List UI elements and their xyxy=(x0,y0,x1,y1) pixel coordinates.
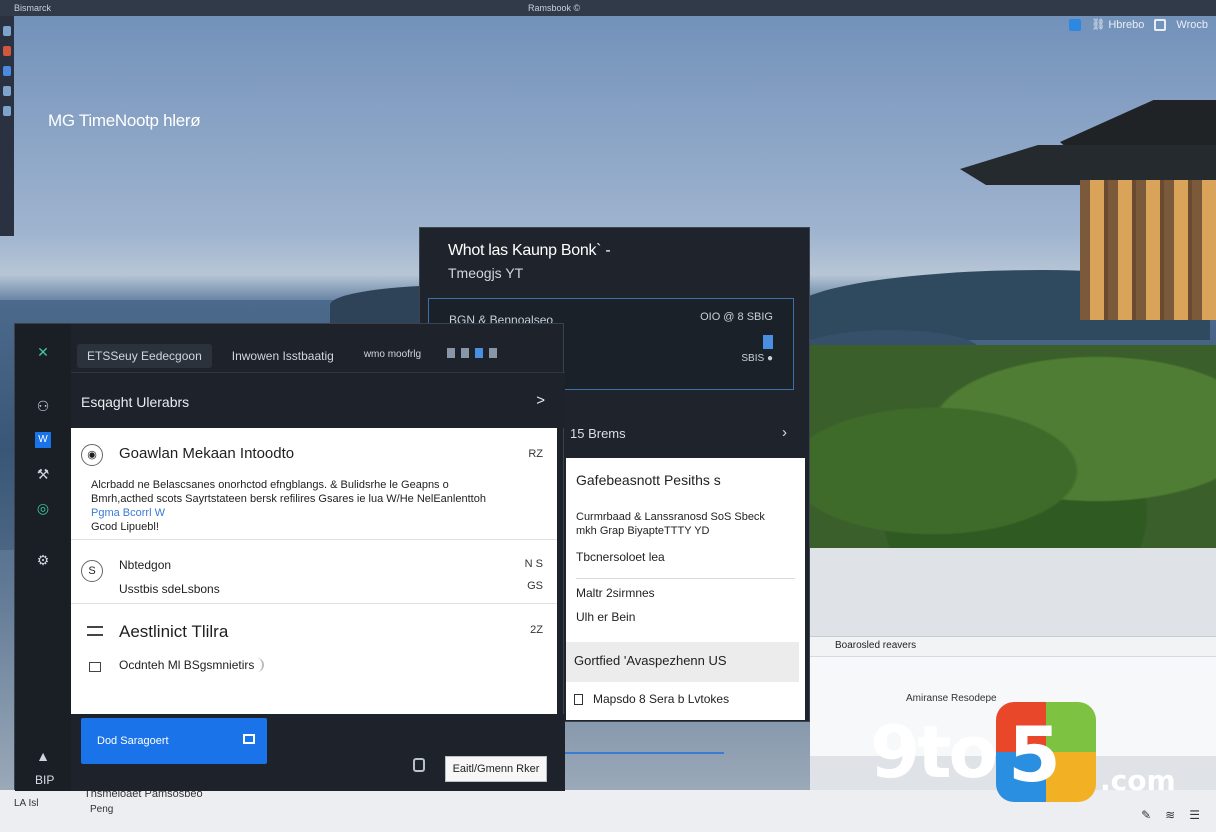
item-subtitle: Usstbis sdeLsbons xyxy=(119,582,220,596)
window-subtitle: Tmeogjs YT xyxy=(448,265,524,281)
window-footer: Dod Saragoert Eaitl/Gmenn Rker xyxy=(71,714,565,791)
progress-underline xyxy=(564,752,724,754)
watermark-logo: 9to 5 .com xyxy=(870,702,1190,802)
navigation-rail: ✕ ⚇ W ⚒ ◎ ⚙ ▲ xyxy=(15,324,71,791)
word-icon[interactable]: W xyxy=(35,432,51,448)
panel-description: Curmrbaad & Lanssranosd SoS Sbeck mkh Gr… xyxy=(576,511,765,537)
watermark-five: 5 xyxy=(1008,710,1061,799)
secondary-button[interactable]: Eaitl/Gmenn Rker xyxy=(445,756,547,782)
grid-icon[interactable] xyxy=(447,348,455,358)
tab-item[interactable]: Inwowen Isstbaatig xyxy=(222,344,344,368)
sync-icon[interactable]: ◎ xyxy=(35,500,51,516)
menu-item[interactable]: Mapsdo 8 Sera b Lvtokes xyxy=(574,692,729,706)
top-menu-bar: Bismarck Ramsbook © xyxy=(0,0,1216,16)
tab-item[interactable]: ETSSeuy Eedecgoon xyxy=(77,344,212,368)
section-title: Esqaght Ulerabrs xyxy=(81,394,190,410)
dock-app-icon[interactable] xyxy=(3,86,11,96)
item-title: Nbtedgon xyxy=(119,558,172,572)
pagoda-body xyxy=(1080,180,1216,320)
menu-item-label: Mapsdo 8 Sera b Lvtokes xyxy=(593,692,730,706)
status-chip-icon xyxy=(763,335,773,349)
divider xyxy=(576,578,795,579)
record-icon: ◉ xyxy=(81,444,103,466)
status-subtext: Peng xyxy=(90,804,114,815)
window-title: Whot las Kaunp Bonk` - xyxy=(448,242,611,259)
window-icon[interactable] xyxy=(1154,18,1167,31)
dock-app-icon[interactable] xyxy=(3,26,11,36)
list-item[interactable]: Aestlinict Tlilra 2Z Ocdnteh Ml BSgsmnie… xyxy=(71,604,557,714)
list-icon xyxy=(87,626,103,636)
tab-item[interactable]: wmo moofrlg xyxy=(354,344,431,368)
dock-app-icon[interactable] xyxy=(3,46,11,56)
brush-icon[interactable]: ✎ xyxy=(1141,808,1151,822)
item-meta: 2Z xyxy=(530,624,543,636)
watermark-suffix: .com xyxy=(1100,764,1176,797)
dock-app-icon[interactable] xyxy=(3,106,11,116)
tools-icon[interactable]: ⚒ xyxy=(35,466,51,482)
pin-icon[interactable] xyxy=(489,348,497,358)
item-meta: GS xyxy=(527,580,543,592)
bottom-tray: ✎ ≋ ☰ xyxy=(1141,808,1200,822)
menu-item[interactable]: Maltr 2sirmnes xyxy=(576,586,655,600)
menu-item-label: Gortfied 'Avaspezhenn US xyxy=(574,653,727,668)
toolbar: Boarosled reavers xyxy=(810,636,1216,656)
user-icon[interactable]: ⚇ xyxy=(35,398,51,414)
item-field[interactable]: Ocdnteh Ml BSgsmnietirs xyxy=(119,658,265,672)
watermark-text: 9to xyxy=(870,710,998,794)
wifi-icon[interactable]: ≋ xyxy=(1165,808,1175,822)
system-tray: ⛓ Hbrebo Wrocb xyxy=(1069,18,1208,31)
card-value: OIO @ 8 SBIG xyxy=(700,311,773,323)
app-logo-icon: ✕ xyxy=(37,344,49,360)
settings-icon[interactable]: ⚙ xyxy=(35,552,51,568)
card-value: SBIS ● xyxy=(741,353,773,364)
taskbar-item[interactable]: LA Isl xyxy=(14,798,38,809)
tab-bar: ETSSeuy Eedecgoon Inwowen Isstbaatig wmo… xyxy=(77,344,431,368)
main-window[interactable]: ✕ ⚇ W ⚒ ◎ ⚙ ▲ BIP ETSSeuy Eedecgoon Inwo… xyxy=(14,323,565,791)
window-title-label: Ramsbook © xyxy=(528,3,581,13)
lock-icon[interactable] xyxy=(413,758,425,772)
item-list: ◉ Goawlan Mekaan Intoodto RZ Alcrbadd ne… xyxy=(71,428,557,714)
menu-icon[interactable]: ☰ xyxy=(1189,808,1200,822)
menu-item[interactable]: Ulh er Bein xyxy=(576,610,635,624)
mountain-icon[interactable]: ▲ xyxy=(35,748,51,764)
rail-label: BIP xyxy=(35,773,55,787)
chevron-right-icon[interactable]: > xyxy=(536,392,545,409)
item-title: Aestlinict Tlilra xyxy=(119,622,229,641)
app-status-icon[interactable] xyxy=(1069,18,1082,31)
printer-icon xyxy=(89,662,101,672)
menu-item-highlighted[interactable]: Gortfied 'Avaspezhenn US xyxy=(566,642,799,682)
dock-app-icon[interactable] xyxy=(3,66,11,76)
toolbar-label: Boarosled reavers xyxy=(835,640,917,651)
share-icon[interactable] xyxy=(475,348,483,358)
primary-button[interactable]: Dod Saragoert xyxy=(81,718,267,764)
tray-item[interactable]: Wrocb xyxy=(1176,19,1208,31)
calendar-icon xyxy=(243,734,255,744)
wallpaper-title: MG TimeNootp hlerø xyxy=(48,111,201,130)
list-item[interactable]: ◉ Goawlan Mekaan Intoodto RZ Alcrbadd ne… xyxy=(71,428,557,540)
section-header[interactable]: Esqaght Ulerabrs > xyxy=(71,372,565,428)
app-menu-label[interactable]: Bismarck xyxy=(14,3,51,13)
window-controls xyxy=(447,348,497,358)
tray-item[interactable]: ⛓ Hbrebo xyxy=(1091,18,1144,31)
list-icon[interactable] xyxy=(461,348,469,358)
badge-icon: S xyxy=(81,560,103,582)
detail-panel: Gafebeasnott Pesiths s Curmrbaad & Lanss… xyxy=(566,458,805,720)
item-meta: RZ xyxy=(528,448,543,460)
panel-heading: Gafebeasnott Pesiths s xyxy=(576,472,721,488)
wallpaper-garden xyxy=(810,345,1216,555)
panel-tag: Tbcnersoloet lea xyxy=(576,550,665,564)
left-dock xyxy=(0,16,14,236)
primary-button-label: Dod Saragoert xyxy=(97,735,169,747)
section-label[interactable]: 15 Brems xyxy=(570,426,626,441)
chevron-right-icon[interactable]: › xyxy=(782,424,787,441)
item-title: Goawlan Mekaan Intoodto xyxy=(119,445,295,462)
pagoda-roof xyxy=(960,145,1216,185)
item-description: Alcrbadd ne Belascsanes onorhctod efngbl… xyxy=(91,479,486,533)
item-meta: N S xyxy=(524,558,543,570)
page-icon xyxy=(574,693,583,705)
wallpaper-pagoda xyxy=(960,70,1216,330)
list-item[interactable]: S Nbtedgon Usstbis sdeLsbons N S GS xyxy=(71,540,557,604)
